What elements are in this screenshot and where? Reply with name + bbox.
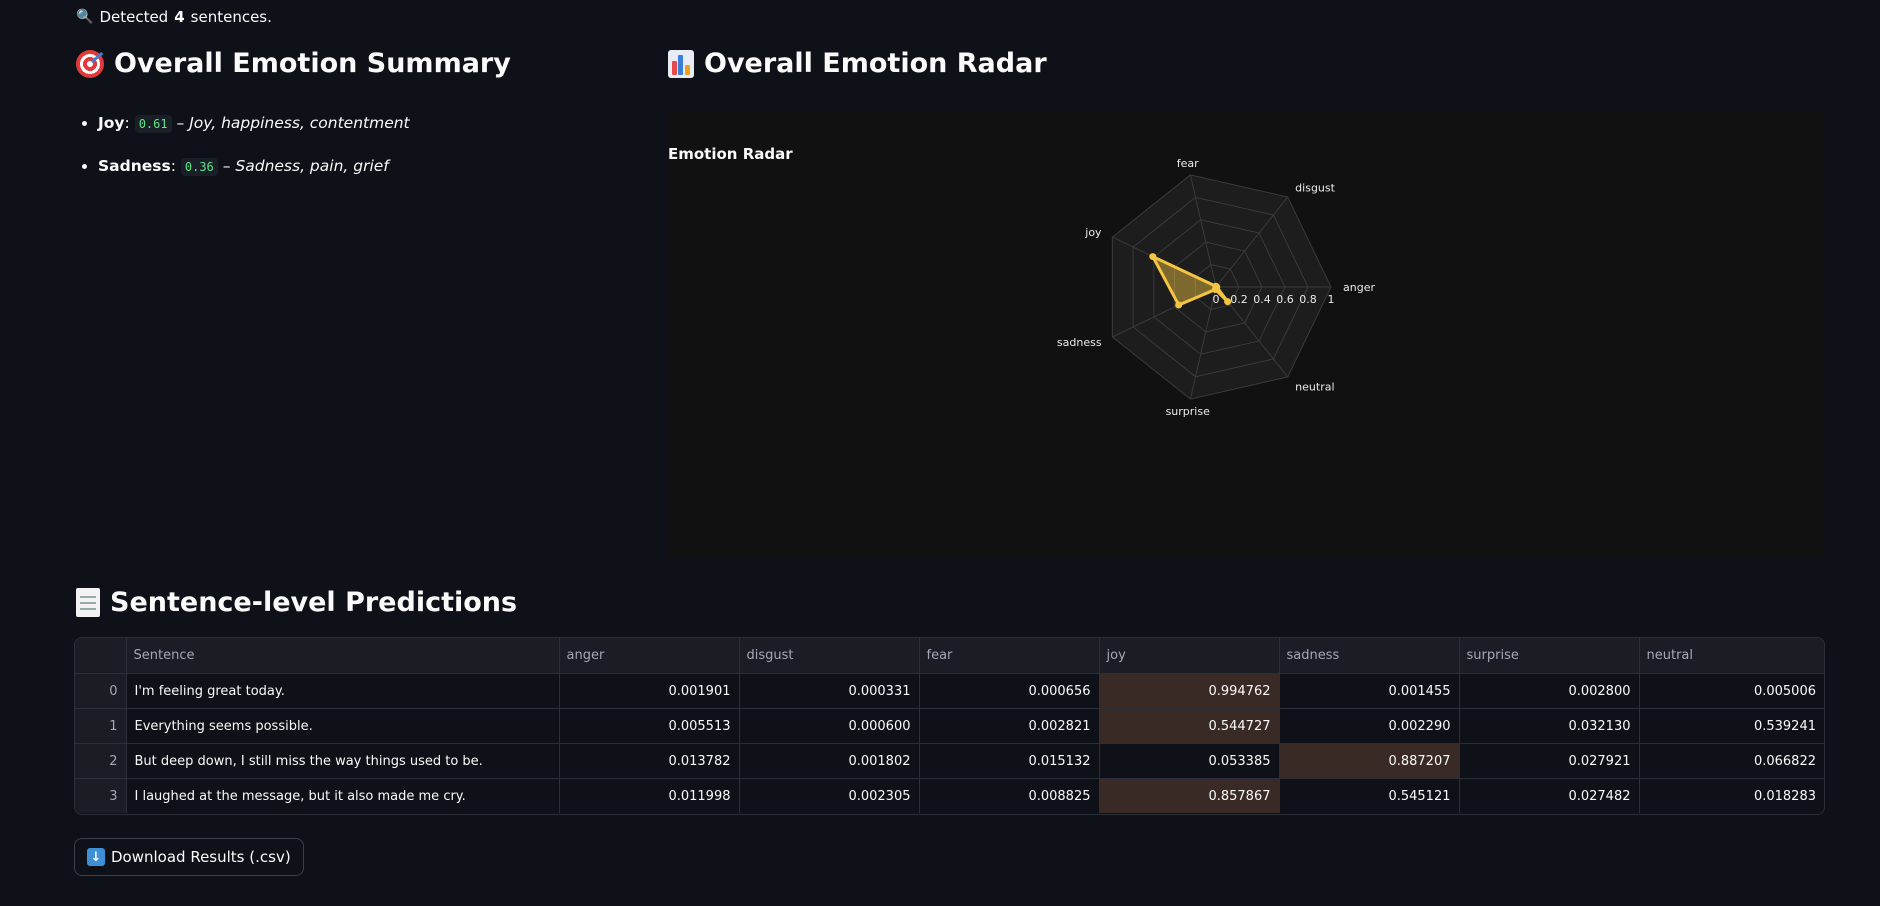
column-header-neutral[interactable]: neutral [1639,638,1824,674]
radar-data-point [1149,253,1157,261]
detected-prefix: Detected [99,8,169,26]
summary-item-description: Sadness, pain, grief [235,157,389,175]
column-header-anger[interactable]: anger [559,638,740,674]
cell-joy[interactable]: 0.544727 [1099,708,1280,744]
summary-item-value: 0.36 [180,158,218,176]
summary-item-label: Joy [98,114,125,132]
cell-sadness[interactable]: 0.002290 [1279,708,1460,744]
predictions-heading: Sentence-level Predictions [76,587,517,618]
radar-tick-label: 0.2 [1230,293,1248,306]
cell-fear[interactable]: 0.008825 [919,778,1100,813]
column-header-disgust[interactable]: disgust [739,638,920,674]
detected-status: 🔍 Detected 4 sentences. [76,8,272,26]
cell-anger[interactable]: 0.005513 [559,708,740,744]
radar-axis-label: neutral [1295,380,1334,393]
column-header-index[interactable] [75,638,127,674]
cell-sentence[interactable]: I laughed at the message, but it also ma… [126,778,560,813]
column-header-joy[interactable]: joy [1099,638,1280,674]
cell-sentence[interactable]: I'm feeling great today. [126,673,560,709]
cell-disgust[interactable]: 0.001802 [739,743,920,779]
cell-surprise[interactable]: 0.027921 [1459,743,1640,779]
cell-neutral[interactable]: 0.018283 [1639,779,1824,814]
column-header-sentence[interactable]: Sentence [126,638,560,674]
cell-sadness[interactable]: 0.001455 [1279,673,1460,709]
radar-chart: anger disgust fear joy sadness surprise neutra… [1057,157,1376,418]
table-row[interactable]: 0 I'm feeling great today. 0.001901 0.00… [75,673,1824,709]
cell-fear[interactable]: 0.000656 [919,673,1100,709]
cell-anger[interactable]: 0.013782 [559,743,740,779]
download-arrow-icon: ↓ [87,848,105,866]
cell-anger[interactable]: 0.011998 [559,778,740,813]
radar-axis-label: anger [1343,281,1375,294]
radar-heading: Overall Emotion Radar [668,48,1047,79]
radar-axis-label: surprise [1166,405,1211,418]
row-index: 1 [75,708,127,744]
detected-count: 4 [174,8,185,26]
radar-title: Overall Emotion Radar [704,48,1047,79]
cell-joy[interactable]: 0.994762 [1099,673,1280,709]
radar-tick-label: 1 [1328,293,1335,306]
target-icon [76,49,104,78]
radar-axis-label: fear [1177,157,1199,170]
cell-neutral[interactable]: 0.539241 [1639,708,1824,744]
table-header-row: Sentence anger disgust fear joy sadness … [75,638,1824,674]
cell-disgust[interactable]: 0.002305 [739,778,920,813]
column-header-fear[interactable]: fear [919,638,1100,674]
cell-surprise[interactable]: 0.032130 [1459,708,1640,744]
document-icon [76,588,100,617]
cell-surprise[interactable]: 0.002800 [1459,673,1640,709]
cell-sadness[interactable]: 0.887207 [1279,743,1460,779]
table-row[interactable]: 3 I laughed at the message, but it also … [75,778,1824,814]
download-results-button[interactable]: ↓ Download Results (.csv) [74,838,304,876]
predictions-title: Sentence-level Predictions [110,587,518,618]
radar-axis-label: joy [1084,226,1102,239]
cell-sentence[interactable]: Everything seems possible. [126,708,560,744]
cell-sadness[interactable]: 0.545121 [1279,778,1460,813]
summary-item-value: 0.61 [134,115,172,133]
cell-disgust[interactable]: 0.000331 [739,673,920,709]
radar-tick-label: 0.8 [1299,293,1317,306]
cell-fear[interactable]: 0.015132 [919,743,1100,779]
cell-joy[interactable]: 0.857867 [1099,778,1280,813]
cell-surprise[interactable]: 0.027482 [1459,778,1640,813]
radar-tick-label: 0 [1213,293,1220,306]
column-header-sadness[interactable]: sadness [1279,638,1460,674]
row-index: 0 [75,673,127,709]
radar-tick-label: 0.4 [1253,293,1271,306]
radar-data-point [1175,301,1183,309]
column-header-surprise[interactable]: surprise [1459,638,1640,674]
radar-axis-label: disgust [1295,182,1335,195]
radar-data-point [1211,286,1219,294]
summary-heading: Overall Emotion Summary [76,48,511,79]
table-row[interactable]: 1 Everything seems possible. 0.005513 0.… [75,708,1824,744]
bar-chart-icon [668,49,694,78]
row-index: 3 [75,778,127,813]
predictions-table[interactable]: Sentence anger disgust fear joy sadness … [74,637,1825,815]
summary-item: Sadness: 0.36 – Sadness, pain, grief [98,155,410,178]
summary-item-description: Joy, happiness, contentment [189,114,410,132]
magnifier-icon: 🔍 [76,9,94,25]
cell-disgust[interactable]: 0.000600 [739,708,920,744]
download-label: Download Results (.csv) [111,848,291,866]
summary-item: Joy: 0.61 – Joy, happiness, contentment [98,112,410,135]
cell-sentence[interactable]: But deep down, I still miss the way thin… [126,743,560,779]
row-index: 2 [75,743,127,779]
table-row[interactable]: 2 But deep down, I still miss the way th… [75,743,1824,779]
radar-panel: Emotion Radar anger disgust fear joy sadness… [668,112,1824,556]
cell-neutral[interactable]: 0.066822 [1639,743,1824,779]
summary-item-label: Sadness [98,157,171,175]
radar-axis-label: sadness [1057,336,1102,349]
summary-title: Overall Emotion Summary [114,48,511,79]
detected-suffix: sentences. [190,8,272,26]
cell-anger[interactable]: 0.001901 [559,673,740,709]
cell-neutral[interactable]: 0.005006 [1639,673,1824,709]
summary-list: Joy: 0.61 – Joy, happiness, contentment … [76,112,410,198]
radar-tick-label: 0.6 [1276,293,1294,306]
cell-fear[interactable]: 0.002821 [919,708,1100,744]
cell-joy[interactable]: 0.053385 [1099,743,1280,779]
